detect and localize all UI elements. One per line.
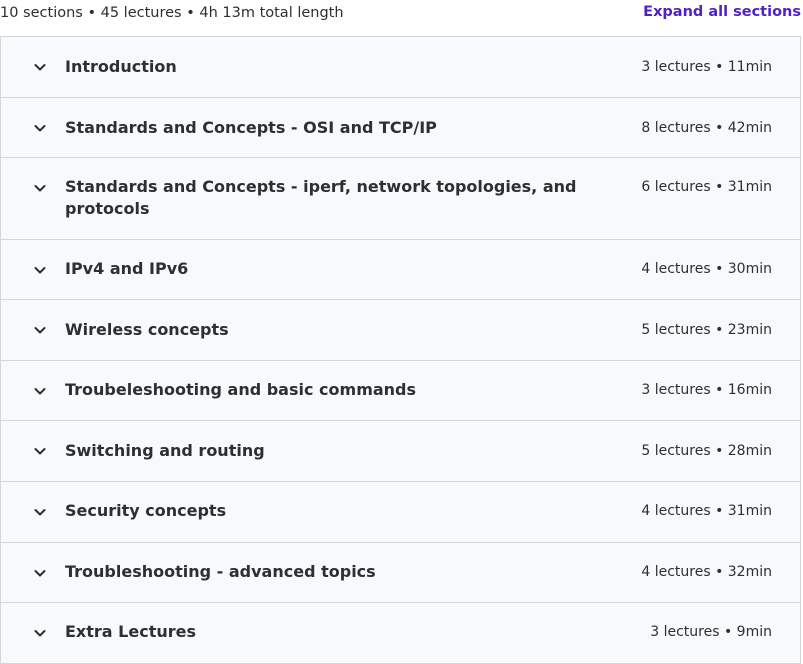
section-panel[interactable]: Standards and Concepts - iperf, network … [1,158,800,240]
section-panel[interactable]: Wireless concepts 5 lectures • 23min [1,300,800,361]
section-meta: 6 lectures • 31min [641,179,772,195]
section-title: Standards and Concepts - OSI and TCP/IP [65,118,437,137]
section-panel[interactable]: IPv4 and IPv6 4 lectures • 30min [1,240,800,300]
section-meta: 5 lectures • 23min [641,322,772,338]
chevron-down-icon [31,624,49,642]
section-meta: 3 lectures • 11min [641,59,772,75]
expand-all-sections-button[interactable]: Expand all sections [643,4,801,20]
curriculum-section-list: Introduction 3 lectures • 11min Standard… [0,36,801,664]
section-title: Troubleshooting - advanced topics [65,562,376,581]
chevron-down-icon [31,119,49,137]
chevron-down-icon [31,261,49,279]
section-title: Standards and Concepts - iperf, network … [65,177,577,218]
section-title: Troubeleshooting and basic commands [65,380,417,399]
section-meta: 3 lectures • 9min [650,624,772,640]
section-title: IPv4 and IPv6 [65,259,189,278]
section-meta: 5 lectures • 28min [641,443,772,459]
curriculum-header: 10 sections • 45 lectures • 4h 13m total… [0,0,803,28]
section-title: Switching and routing [65,441,265,460]
section-panel[interactable]: Extra Lectures 3 lectures • 9min [1,603,800,664]
section-panel[interactable]: Switching and routing 5 lectures • 28min [1,421,800,482]
section-title: Wireless concepts [65,320,229,339]
course-summary: 10 sections • 45 lectures • 4h 13m total… [0,5,344,21]
section-title: Introduction [65,57,177,76]
chevron-down-icon [31,321,49,339]
section-panel[interactable]: Introduction 3 lectures • 11min [1,37,800,98]
chevron-down-icon [31,564,49,582]
section-title: Extra Lectures [65,622,196,641]
section-meta: 4 lectures • 32min [641,564,772,580]
chevron-down-icon [31,179,49,197]
section-meta: 3 lectures • 16min [641,382,772,398]
chevron-down-icon [31,503,49,521]
section-title: Security concepts [65,501,227,520]
chevron-down-icon [31,382,49,400]
section-panel[interactable]: Security concepts 4 lectures • 31min [1,482,800,543]
chevron-down-icon [31,58,49,76]
section-panel[interactable]: Standards and Concepts - OSI and TCP/IP … [1,98,800,158]
chevron-down-icon [31,442,49,460]
section-meta: 8 lectures • 42min [641,120,772,136]
section-panel[interactable]: Troubleshooting - advanced topics 4 lect… [1,543,800,603]
section-meta: 4 lectures • 30min [641,261,772,277]
section-meta: 4 lectures • 31min [641,503,772,519]
section-panel[interactable]: Troubeleshooting and basic commands 3 le… [1,361,800,421]
